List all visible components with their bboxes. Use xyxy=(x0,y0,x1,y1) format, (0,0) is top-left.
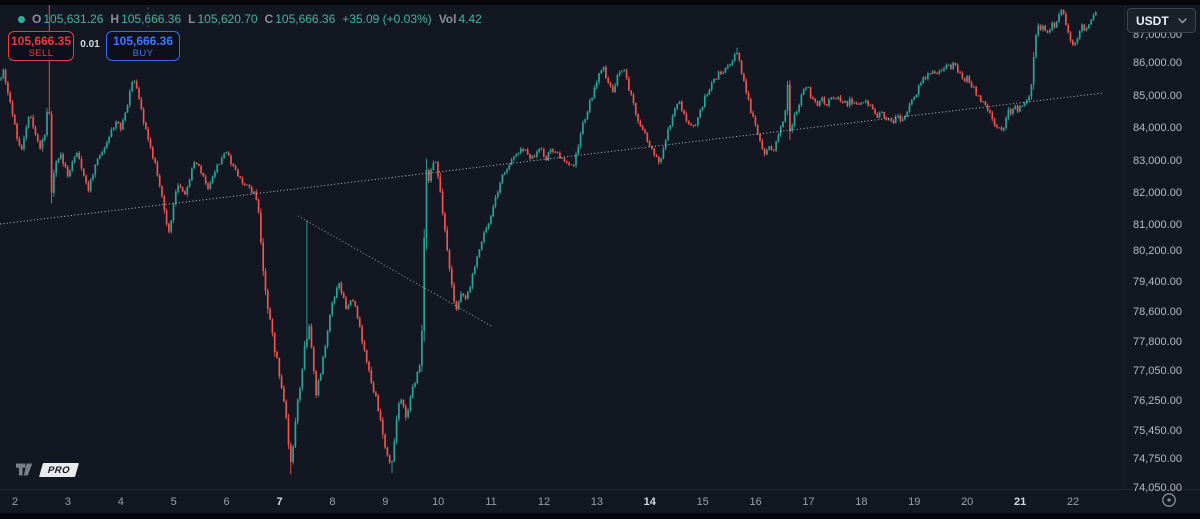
sell-button[interactable]: 105,666.35 SELL xyxy=(8,31,74,61)
open-label: O xyxy=(32,12,42,26)
tradingview-logo[interactable]: PRO xyxy=(16,462,80,477)
ohlc-low: L 105,620.70 xyxy=(188,12,257,26)
quote-currency-label: USDT xyxy=(1136,13,1169,28)
high-label: H xyxy=(110,12,120,26)
time-axis-label: 16 xyxy=(749,496,762,508)
top-edge-strip xyxy=(0,0,1200,5)
price-axis-label: 84,000.00 xyxy=(1133,122,1182,134)
time-axis-label: 12 xyxy=(537,496,551,508)
volume: Vol 4.42 xyxy=(439,12,482,26)
high-value: 105,666.36 xyxy=(121,12,182,26)
time-axis-label: 7 xyxy=(276,496,283,508)
low-value: 105,620.70 xyxy=(197,12,258,26)
time-axis-label: 3 xyxy=(64,496,71,508)
open-value: 105,631.26 xyxy=(43,12,104,26)
chevron-down-icon xyxy=(1178,17,1187,23)
time-axis-label: 10 xyxy=(432,496,445,508)
price-axis-label: 85,000.00 xyxy=(1133,90,1182,102)
time-axis-label: 2 xyxy=(11,496,19,508)
price-axis-label: 79,400.00 xyxy=(1133,276,1182,288)
candles-layer xyxy=(0,0,1097,475)
close-value: 105,666.36 xyxy=(275,12,336,26)
ohlc-high: H 105,666.36 xyxy=(110,12,181,26)
low-label: L xyxy=(188,12,196,26)
time-axis-label: 6 xyxy=(223,496,230,508)
trendline-1[interactable] xyxy=(0,92,1104,225)
price-axis-label: 81,000.00 xyxy=(1133,219,1182,231)
symbol-status-dot[interactable] xyxy=(18,15,25,23)
time-axis-label: 14 xyxy=(643,496,656,508)
time-axis-label: 9 xyxy=(382,496,389,508)
price-change: +35.09 (+0.03%) xyxy=(342,12,432,26)
time-axis-label: 15 xyxy=(696,496,709,508)
time-axis-separator xyxy=(0,489,1200,490)
time-axis-label: 19 xyxy=(908,496,921,508)
time-axis-label: 18 xyxy=(855,496,868,508)
price-axis-label: 78,600.00 xyxy=(1133,306,1182,318)
quote-currency-button[interactable]: USDT xyxy=(1127,8,1196,33)
price-axis-label: 75,450.00 xyxy=(1133,425,1182,437)
time-axis-label: 17 xyxy=(802,496,815,508)
sell-price: 105,666.35 xyxy=(10,34,72,48)
candlestick-chart[interactable] xyxy=(0,0,1200,519)
buy-price: 105,666.36 xyxy=(112,34,174,48)
price-axis-label: 80,200.00 xyxy=(1133,245,1182,257)
price-axis-label: 74,750.00 xyxy=(1133,453,1182,465)
price-axis-label: 77,800.00 xyxy=(1133,336,1182,348)
time-axis-label: 5 xyxy=(170,496,177,508)
trading-chart-app: O 105,631.26 H 105,666.36 L 105,620.70 C… xyxy=(0,0,1200,519)
crosshair-target-icon[interactable] xyxy=(1160,491,1178,509)
volume-value: 4.42 xyxy=(458,12,482,26)
buy-button[interactable]: 105,666.36 BUY xyxy=(106,31,180,61)
pro-badge: PRO xyxy=(38,462,80,477)
time-axis-label: 11 xyxy=(485,496,497,508)
tv-logo-icon xyxy=(16,463,33,476)
time-axis-label: 13 xyxy=(590,496,604,508)
price-axis-label: 86,000.00 xyxy=(1133,57,1182,69)
price-axis-label: 83,000.00 xyxy=(1133,155,1182,167)
sell-side-label: SELL xyxy=(28,48,54,59)
volume-label: Vol xyxy=(438,12,457,26)
ohlc-close: C 105,666.36 xyxy=(265,12,336,26)
time-axis-label: 21 xyxy=(1013,496,1027,508)
trendline-2[interactable] xyxy=(297,215,494,328)
ohlc-open: O 105,631.26 xyxy=(32,12,103,26)
time-axis-label: 4 xyxy=(117,496,124,508)
price-axis-label: 77,050.00 xyxy=(1133,365,1182,377)
time-axis-label: 20 xyxy=(961,496,974,508)
close-label: C xyxy=(264,12,274,26)
price-axis-label: 76,250.00 xyxy=(1133,395,1182,407)
price-axis-separator xyxy=(1124,5,1125,490)
spread-value: 0.01 xyxy=(80,39,100,50)
price-axis-label: 82,000.00 xyxy=(1133,187,1182,199)
time-axis-label: 8 xyxy=(329,496,336,508)
bottom-edge-strip xyxy=(0,513,1200,519)
buy-side-label: BUY xyxy=(132,48,154,59)
time-axis-label: 22 xyxy=(1066,496,1080,508)
ohlc-legend: O 105,631.26 H 105,666.36 L 105,620.70 C… xyxy=(18,12,482,26)
